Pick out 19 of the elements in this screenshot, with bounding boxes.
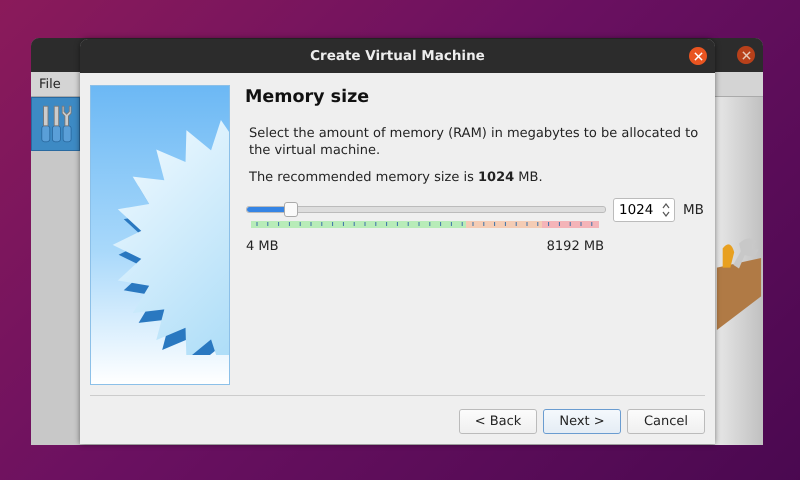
memory-slider[interactable] (246, 201, 606, 218)
page-heading: Memory size (245, 87, 370, 107)
dialog-button[interactable]: Cancel (627, 409, 705, 434)
spin-arrows-icon (662, 203, 670, 217)
dialog-button[interactable]: < Back (459, 409, 537, 434)
window-title: Create Virtual Machine (310, 48, 485, 64)
close-icon[interactable] (689, 47, 707, 65)
description-text: Select the amount of memory (RAM) in megabytes to be allocated to the virtual machine. (249, 125, 700, 159)
min-label: 4 MB (246, 239, 279, 254)
menu-item[interactable]: File (39, 76, 61, 92)
memory-spinbox[interactable]: 1024 (613, 198, 675, 222)
close-icon[interactable] (737, 46, 755, 64)
max-label: 8192 MB (546, 239, 604, 254)
tools-icon (40, 104, 72, 144)
recommendation-text: The recommended memory size is 1024 MB. (249, 169, 544, 186)
toolbar-item[interactable] (31, 97, 80, 151)
slider-handle[interactable] (284, 202, 298, 217)
dialog-button[interactable]: Next > (543, 409, 621, 434)
unit-label: MB (683, 202, 704, 218)
